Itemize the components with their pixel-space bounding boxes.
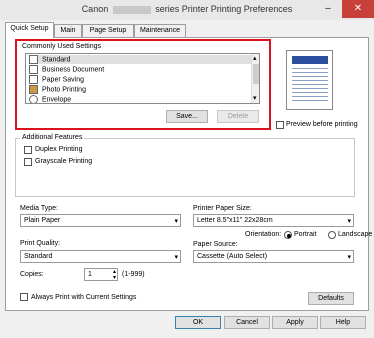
copies-range: (1-999) bbox=[122, 271, 145, 278]
list-item[interactable]: Envelope bbox=[29, 95, 71, 103]
document-icon bbox=[29, 65, 38, 74]
landscape-radio[interactable] bbox=[328, 231, 336, 239]
portrait-radio[interactable] bbox=[284, 231, 292, 239]
always-print-label: Always Print with Current Settings bbox=[31, 294, 137, 301]
portrait-label: Portrait bbox=[294, 231, 317, 238]
page-preview bbox=[286, 50, 333, 110]
print-quality-label: Print Quality: bbox=[20, 240, 61, 247]
preview-header bbox=[292, 56, 328, 64]
title-prefix: Canon bbox=[81, 4, 109, 14]
commonly-used-list[interactable]: Standard Business Document Paper Saving … bbox=[25, 53, 260, 104]
close-button[interactable]: ✕ bbox=[342, 0, 374, 18]
paper-saving-icon bbox=[29, 75, 38, 84]
cancel-button[interactable]: Cancel bbox=[224, 316, 270, 329]
title-suffix: series Printer Printing Preferences bbox=[155, 4, 293, 14]
paper-size-select[interactable]: Letter 8.5"x11" 22x28cm ▾ bbox=[193, 214, 354, 227]
landscape-label: Landscape bbox=[338, 231, 373, 238]
preview-label: Preview before printing bbox=[286, 121, 358, 128]
apply-button[interactable]: Apply bbox=[272, 316, 318, 329]
list-item[interactable]: Business Document bbox=[29, 65, 104, 74]
envelope-icon bbox=[29, 95, 38, 103]
media-type-label: Media Type: bbox=[20, 205, 59, 212]
chevron-down-icon: ▾ bbox=[347, 254, 351, 261]
scroll-thumb[interactable] bbox=[253, 64, 259, 84]
chevron-down-icon: ▾ bbox=[347, 218, 351, 225]
list-item[interactable]: Photo Printing bbox=[29, 85, 86, 94]
standard-icon bbox=[29, 55, 38, 64]
copies-label: Copies: bbox=[20, 271, 44, 278]
additional-features-label: Additional Features bbox=[20, 134, 85, 141]
grayscale-checkbox[interactable] bbox=[24, 158, 32, 166]
orientation-label: Orientation: bbox=[245, 231, 282, 238]
redacted-model bbox=[112, 5, 151, 14]
commonly-used-label: Commonly Used Settings bbox=[22, 43, 101, 50]
ok-button[interactable]: OK bbox=[175, 316, 221, 329]
print-quality-select[interactable]: Standard ▾ bbox=[20, 250, 181, 263]
duplex-label: Duplex Printing bbox=[35, 146, 83, 153]
photo-icon bbox=[29, 85, 38, 94]
copies-spinner[interactable]: 1 ▴ ▾ bbox=[84, 268, 118, 281]
list-scrollbar[interactable]: ▴ ▾ bbox=[251, 54, 259, 103]
preview-checkbox[interactable] bbox=[276, 121, 284, 129]
minimize-button[interactable]: – bbox=[317, 0, 339, 18]
help-button[interactable]: Help bbox=[320, 316, 366, 329]
tab-page-setup[interactable]: Page Setup bbox=[82, 24, 134, 37]
paper-size-label: Printer Paper Size: bbox=[193, 205, 252, 212]
media-type-select[interactable]: Plain Paper ▾ bbox=[20, 214, 181, 227]
always-print-checkbox[interactable] bbox=[20, 293, 28, 301]
chevron-down-icon: ▾ bbox=[174, 254, 178, 261]
tab-quick-setup[interactable]: Quick Setup bbox=[5, 22, 54, 38]
grayscale-label: Grayscale Printing bbox=[35, 158, 93, 165]
tab-main[interactable]: Main bbox=[54, 24, 82, 37]
paper-source-label: Paper Source: bbox=[193, 241, 238, 248]
chevron-down-icon: ▾ bbox=[174, 218, 178, 225]
list-item[interactable]: Standard bbox=[29, 55, 251, 64]
scroll-down-icon[interactable]: ▾ bbox=[253, 94, 257, 102]
paper-source-select[interactable]: Cassette (Auto Select) ▾ bbox=[193, 250, 354, 263]
save-button[interactable]: Save... bbox=[166, 110, 208, 123]
duplex-checkbox[interactable] bbox=[24, 146, 32, 154]
defaults-button[interactable]: Defaults bbox=[308, 292, 354, 305]
delete-button[interactable]: Delete bbox=[217, 110, 259, 123]
list-item[interactable]: Paper Saving bbox=[29, 75, 84, 84]
spin-down-icon[interactable]: ▾ bbox=[113, 273, 116, 284]
tab-maintenance[interactable]: Maintenance bbox=[134, 24, 186, 37]
scroll-up-icon[interactable]: ▴ bbox=[253, 54, 257, 62]
